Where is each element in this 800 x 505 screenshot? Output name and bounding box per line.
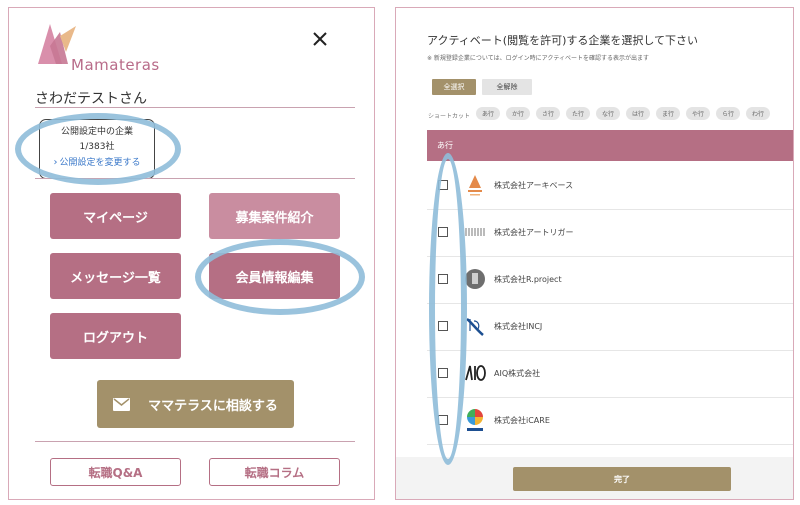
shortcut-ta[interactable]: た行 bbox=[566, 107, 590, 120]
brand-name: Mamateras bbox=[71, 56, 160, 74]
activation-note: ※ 新規登録企業については、ログイン時にアクティベートを確認する表示が出ます bbox=[427, 55, 649, 62]
archibase-logo-icon bbox=[468, 175, 482, 196]
company-row: AIQ株式会社 bbox=[427, 351, 793, 398]
shortcut-ma[interactable]: ま行 bbox=[656, 107, 680, 120]
divider bbox=[35, 441, 355, 442]
select-all-button[interactable]: 全選択 bbox=[432, 79, 476, 95]
faq-button[interactable]: 転職Q&A bbox=[50, 458, 181, 486]
company-row: 株式会社アートリガー bbox=[427, 210, 793, 257]
company-checkbox[interactable] bbox=[438, 180, 448, 190]
consult-button[interactable]: ママテラスに相談する bbox=[97, 380, 294, 428]
company-name: 株式会社INCJ bbox=[494, 322, 543, 331]
shortcut-ka[interactable]: か行 bbox=[506, 107, 530, 120]
company-name: 株式会社アーキベース bbox=[494, 181, 574, 190]
shortcut-wa[interactable]: わ行 bbox=[746, 107, 770, 120]
company-checkbox[interactable] bbox=[438, 321, 448, 331]
company-row: 株式会社R.project bbox=[427, 257, 793, 304]
column-button[interactable]: 転職コラム bbox=[209, 458, 340, 486]
company-checkbox[interactable] bbox=[438, 415, 448, 425]
company-name: 株式会社R.project bbox=[494, 275, 562, 284]
mypage-button[interactable]: マイページ bbox=[50, 193, 181, 239]
shortcut-ya[interactable]: や行 bbox=[686, 107, 710, 120]
incj-logo-icon bbox=[466, 318, 484, 336]
company-checkbox[interactable] bbox=[438, 274, 448, 284]
job-intro-button[interactable]: 募集案件紹介 bbox=[209, 193, 340, 239]
public-company-count: 1/383社 bbox=[79, 142, 115, 152]
company-row: 株式会社アーキベース bbox=[427, 163, 793, 210]
clear-all-button[interactable]: 全解除 bbox=[482, 79, 532, 95]
messages-button[interactable]: メッセージ一覧 bbox=[50, 253, 181, 299]
company-checkbox[interactable] bbox=[438, 227, 448, 237]
company-name: AIQ株式会社 bbox=[494, 369, 541, 378]
company-row: 株式会社INCJ bbox=[427, 304, 793, 351]
shortcut-label: ショートカット bbox=[428, 113, 471, 120]
company-checkbox[interactable] bbox=[438, 368, 448, 378]
shortcut-na[interactable]: な行 bbox=[596, 107, 620, 120]
mobile-menu-panel: Mamateras さわだテストさん 公開設定中の企業 1/383社 › 公開設定… bbox=[8, 7, 375, 500]
icare-logo-icon bbox=[467, 409, 483, 431]
divider bbox=[35, 178, 355, 179]
activation-title: アクティベート(閲覧を許可)する企業を選択して下さい bbox=[427, 34, 699, 47]
change-public-setting-label: 公開設定を変更する bbox=[59, 158, 141, 168]
rproject-logo-icon bbox=[465, 269, 485, 289]
member-edit-button[interactable]: 会員情報編集 bbox=[209, 253, 340, 299]
consult-label: ママテラスに相談する bbox=[148, 398, 278, 414]
shortcut-a[interactable]: あ行 bbox=[476, 107, 500, 120]
company-name: 株式会社iCARE bbox=[494, 416, 550, 425]
logout-button[interactable]: ログアウト bbox=[50, 313, 181, 359]
change-public-setting-link[interactable]: › 公開設定を変更する bbox=[40, 155, 154, 171]
mamateras-logo[interactable]: Mamateras bbox=[36, 18, 196, 74]
company-row: 株式会社iCARE bbox=[427, 398, 793, 445]
activation-panel: アクティベート(閲覧を許可)する企業を選択して下さい ※ 新規登録企業については… bbox=[395, 7, 794, 500]
public-setting-box: 公開設定中の企業 1/383社 › 公開設定を変更する bbox=[39, 119, 155, 179]
shortcut-bar: あ行 か行 さ行 た行 な行 は行 ま行 や行 ら行 わ行 bbox=[476, 107, 770, 120]
aiq-logo-icon bbox=[465, 365, 486, 381]
mail-icon bbox=[113, 397, 131, 411]
company-name: 株式会社アートリガー bbox=[494, 228, 574, 237]
divider bbox=[35, 107, 355, 108]
public-setting-title: 公開設定中の企業 bbox=[60, 127, 133, 137]
shortcut-ha[interactable]: は行 bbox=[626, 107, 650, 120]
artrigger-logo-icon bbox=[465, 228, 485, 236]
chevron-right-icon: › bbox=[53, 157, 58, 168]
shortcut-ra[interactable]: ら行 bbox=[716, 107, 740, 120]
user-name: さわだテストさん bbox=[35, 91, 147, 107]
close-icon[interactable] bbox=[309, 28, 331, 50]
group-header-a: あ行 bbox=[427, 130, 793, 161]
shortcut-sa[interactable]: さ行 bbox=[536, 107, 560, 120]
done-button[interactable]: 完了 bbox=[513, 467, 731, 491]
